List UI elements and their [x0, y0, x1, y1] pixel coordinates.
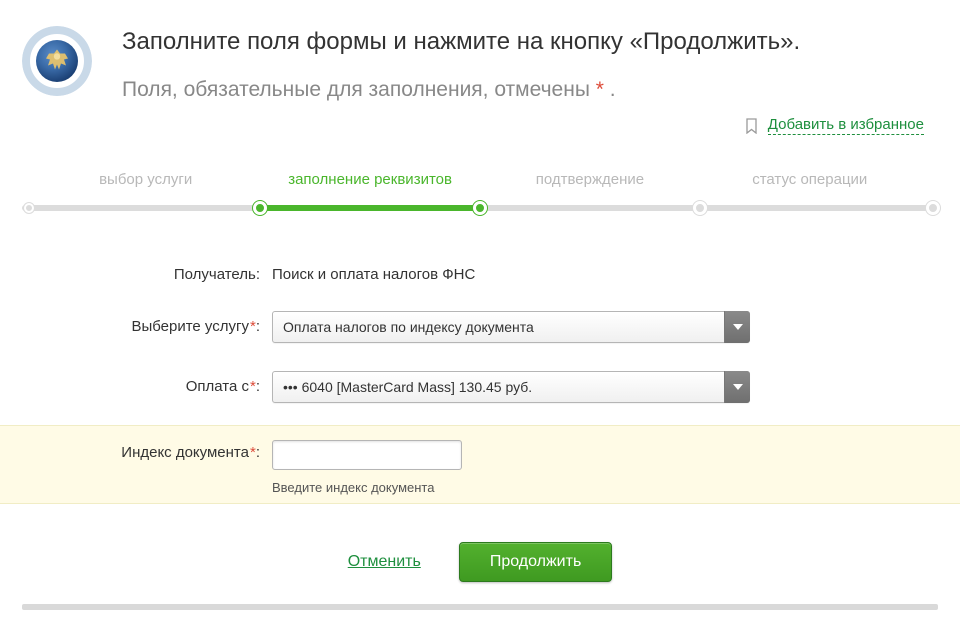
pay-from-select[interactable]: ••• 6040 [MasterCard Mass] 130.45 руб. [272, 371, 750, 403]
step-label-4: статус операции [752, 171, 867, 188]
service-label-text: Выберите услугу [131, 318, 249, 335]
pay-from-label-text: Оплата с [186, 378, 249, 395]
colon: : [256, 378, 260, 395]
colon: : [256, 444, 260, 461]
continue-button[interactable]: Продолжить [459, 542, 612, 582]
footer-divider [22, 604, 938, 610]
step-dot-1 [24, 203, 34, 213]
cancel-button[interactable]: Отменить [348, 553, 421, 571]
doc-index-input[interactable] [272, 440, 462, 470]
doc-index-label: Индекс документа*: [0, 440, 272, 461]
pay-from-label: Оплата с*: [0, 378, 272, 395]
header: Заполните поля формы и нажмите на кнопку… [0, 0, 960, 112]
form: Получатель: Поиск и оплата налогов ФНС В… [0, 246, 960, 504]
service-select[interactable]: Оплата налогов по индексу документа [272, 311, 750, 343]
step-dot-5 [926, 201, 940, 215]
add-to-favorites-link[interactable]: Добавить в избранное [745, 116, 924, 135]
required-star-icon: * [596, 78, 604, 101]
add-to-favorites-label: Добавить в избранное [768, 116, 924, 135]
service-label: Выберите услугу*: [0, 318, 272, 335]
row-pay-from: Оплата с*: ••• 6040 [MasterCard Mass] 13… [0, 353, 960, 425]
step-dot-3 [473, 201, 487, 215]
receiver-label: Получатель: [0, 266, 272, 283]
page-title: Заполните поля формы и нажмите на кнопку… [122, 26, 930, 58]
step-label-3: подтверждение [536, 171, 644, 188]
row-receiver: Получатель: Поиск и оплата налогов ФНС [0, 256, 960, 293]
step-label-2: заполнение реквизитов [288, 171, 452, 188]
row-doc-index: Индекс документа*: Введите индекс докуме… [0, 425, 960, 504]
page-subtitle: Поля, обязательные для заполнения, отмеч… [122, 78, 930, 102]
step-label-1: выбор услуги [99, 171, 192, 188]
step-dot-2 [253, 201, 267, 215]
doc-index-helper: Введите индекс документа [272, 480, 930, 495]
progress-stepper: выбор услуги заполнение реквизитов подтв… [0, 161, 960, 246]
receiver-value: Поиск и оплата налогов ФНС [272, 266, 960, 283]
colon: : [256, 318, 260, 335]
subtitle-prefix: Поля, обязательные для заполнения, отмеч… [122, 78, 596, 101]
pay-from-select-value: ••• 6040 [MasterCard Mass] 130.45 руб. [272, 371, 750, 403]
step-dot-4 [693, 201, 707, 215]
row-service: Выберите услугу*: Оплата налогов по инде… [0, 293, 960, 353]
subtitle-suffix: . [604, 78, 616, 101]
bookmark-icon [745, 118, 758, 134]
form-actions: Отменить Продолжить [0, 504, 960, 592]
doc-index-label-text: Индекс документа [121, 444, 249, 461]
fns-logo-icon [22, 26, 92, 96]
service-select-value: Оплата налогов по индексу документа [272, 311, 750, 343]
stepper-active-segment [260, 205, 480, 211]
